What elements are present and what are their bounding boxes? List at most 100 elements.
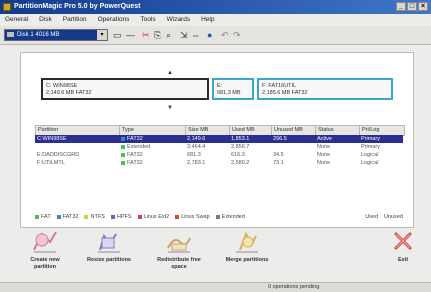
table-row[interactable]: F:UTILMTL FAT32 2,783.1 2,580.2 73.1 None Logi… (35, 159, 403, 167)
cell-text: 34.5 (273, 152, 284, 158)
menu-help[interactable]: Help (201, 14, 214, 26)
menu-tools[interactable]: Tools (140, 14, 155, 26)
cell-pri: Logical (359, 151, 403, 159)
column-used[interactable]: Used MB (230, 126, 272, 135)
legend-used: Used (365, 214, 379, 220)
legend-item: Linux Ext2 (137, 213, 170, 221)
redistribute-free-space-button[interactable]: Redistribute free space (154, 228, 204, 280)
cell-status: None (315, 151, 359, 159)
create-partition-icon (33, 231, 57, 253)
chevron-down-icon[interactable]: ▾ (97, 30, 107, 40)
merge-partitions-label: Merge partitions (225, 257, 269, 263)
cell-text: Logical (361, 160, 379, 166)
app-icon (3, 3, 11, 11)
column-type[interactable]: Type (120, 126, 186, 135)
cell-size: 3,464.4 (185, 143, 229, 151)
cell-text: None (317, 160, 331, 166)
cell-type: FAT32 (119, 151, 185, 159)
disk-map-partition-f[interactable]: F: FAT16UTIL 2,185.6 MB FAT32 (257, 78, 393, 100)
column-partition[interactable]: Partition (36, 126, 120, 135)
menu-disk[interactable]: Disk (39, 14, 52, 26)
drive-select[interactable]: Disk 1 4016 MB ▾ (4, 29, 108, 41)
legend-item: Linux Swap (175, 213, 210, 221)
legend-swatch-icon (110, 215, 115, 219)
menu-wizards[interactable]: Wizards (167, 14, 190, 26)
exit-button[interactable]: Exit (378, 228, 428, 280)
cell-unused: 34.5 (271, 151, 315, 159)
create-partition-label: Create new partition (30, 257, 60, 270)
resize-partitions-icon (98, 233, 120, 253)
file-system-color-icon (121, 152, 125, 157)
minus-icon[interactable]: — (126, 30, 135, 40)
cell-text: 73.1 (273, 160, 284, 166)
resize-icon[interactable]: ⇲ (180, 30, 188, 40)
legend-label: Extended (221, 214, 245, 220)
merge-partitions-button[interactable]: Merge partitions (222, 228, 272, 280)
cell-type: FAT32 (119, 135, 185, 143)
minimize-button[interactable]: _ (396, 2, 406, 11)
cell-text: None (317, 144, 331, 150)
legend-item: HPFS (110, 213, 132, 221)
legend-label: Linux Ext2 (143, 214, 170, 220)
cell-text: Primary (361, 144, 380, 150)
cell-text: 616.3 (231, 152, 245, 158)
partition-e-name: E: (217, 83, 223, 89)
cell-text: 2,580.2 (231, 160, 250, 166)
redistribute-free-space-label: Redistribute free space (157, 257, 201, 270)
menu-partition[interactable]: Partition (63, 14, 87, 26)
legend-swatch-icon (137, 215, 142, 219)
cell-text: None (317, 152, 331, 158)
exit-icon (394, 232, 412, 250)
cell-partition: C:WIN98SE (35, 135, 119, 143)
column-size[interactable]: Size MB (186, 126, 230, 135)
cut-icon[interactable]: ✂ (142, 30, 150, 40)
table-row-selected[interactable]: C:WIN98SE FAT32 2,149.6 1,853.1 296.5 Active P… (35, 135, 403, 143)
legend-label: HPFS (116, 214, 132, 220)
search-icon[interactable]: ⌕ (166, 30, 171, 40)
cell-type: Extended (119, 143, 185, 151)
cell-text: FAT32 (127, 160, 143, 166)
undo-icon[interactable]: ↶ (221, 30, 229, 40)
table-row[interactable]: Extended 3,464.4 2,856.7 None Primary (35, 143, 403, 151)
menu-general[interactable]: General (5, 14, 28, 26)
close-button[interactable]: × (418, 2, 428, 11)
maximize-button[interactable]: □ (407, 2, 417, 11)
exit-label: Exit (397, 257, 409, 263)
menu-operations[interactable]: Operations (98, 14, 130, 26)
legend-unused: Unused (384, 214, 403, 220)
apply-icon[interactable]: ↷ (233, 30, 241, 40)
file-system-color-icon (121, 144, 125, 149)
resize-partitions-button[interactable]: Resize partitions (84, 228, 134, 280)
copy-icon[interactable]: ⎘ (154, 30, 161, 40)
legend-item: Extended (215, 213, 245, 221)
cell-text: 681.3 (187, 152, 201, 158)
table-row[interactable]: E:DADDISCGRD FAT32 681.3 616.3 34.5 None Logic… (35, 151, 403, 159)
move-icon[interactable]: ⇔ (191, 30, 200, 40)
column-unused[interactable]: Unused MB (272, 126, 316, 135)
column-pri-log[interactable]: Pri/Log (360, 126, 404, 135)
info-icon[interactable]: ● (207, 30, 212, 40)
cell-text: 3,464.4 (187, 144, 206, 150)
cell-text: C:WIN98SE (37, 136, 67, 142)
legend-item: NTFS (84, 213, 105, 221)
column-status[interactable]: Status (316, 126, 360, 135)
cell-text: 2,149.6 (187, 136, 206, 142)
legend-label: FAT (41, 214, 51, 220)
drive-select-value: Disk 1 4016 MB (17, 32, 60, 38)
legend-swatch-icon (215, 215, 220, 219)
window-controls: _ □ × (396, 2, 428, 11)
resize-partitions-label: Resize partitions (86, 257, 131, 263)
title-bar: PartitionMagic Pro 5.0 by PowerQuest _ □… (0, 0, 431, 14)
cell-pri: Primary (359, 135, 403, 143)
disk-map-partition-e[interactable]: E: 681.3 MB (212, 78, 254, 100)
legend-item: FAT (35, 213, 51, 221)
create-partition-button[interactable]: Create new partition (20, 228, 70, 280)
disk-icon[interactable]: ▭ (113, 30, 122, 40)
cell-partition: E:DADDISCGRD (35, 151, 119, 159)
cell-text: FAT32 (127, 136, 143, 142)
cell-partition: F:UTILMTL (35, 159, 119, 167)
cell-used: 2,856.7 (229, 143, 271, 151)
disk-map-partition-c[interactable]: C: WIN98SE 2,149.6 MB FAT32 (41, 78, 209, 100)
menu-bar: General Disk Partition Operations Tools … (0, 14, 431, 26)
action-bar: Create new partition Resize partitions R… (0, 228, 431, 280)
